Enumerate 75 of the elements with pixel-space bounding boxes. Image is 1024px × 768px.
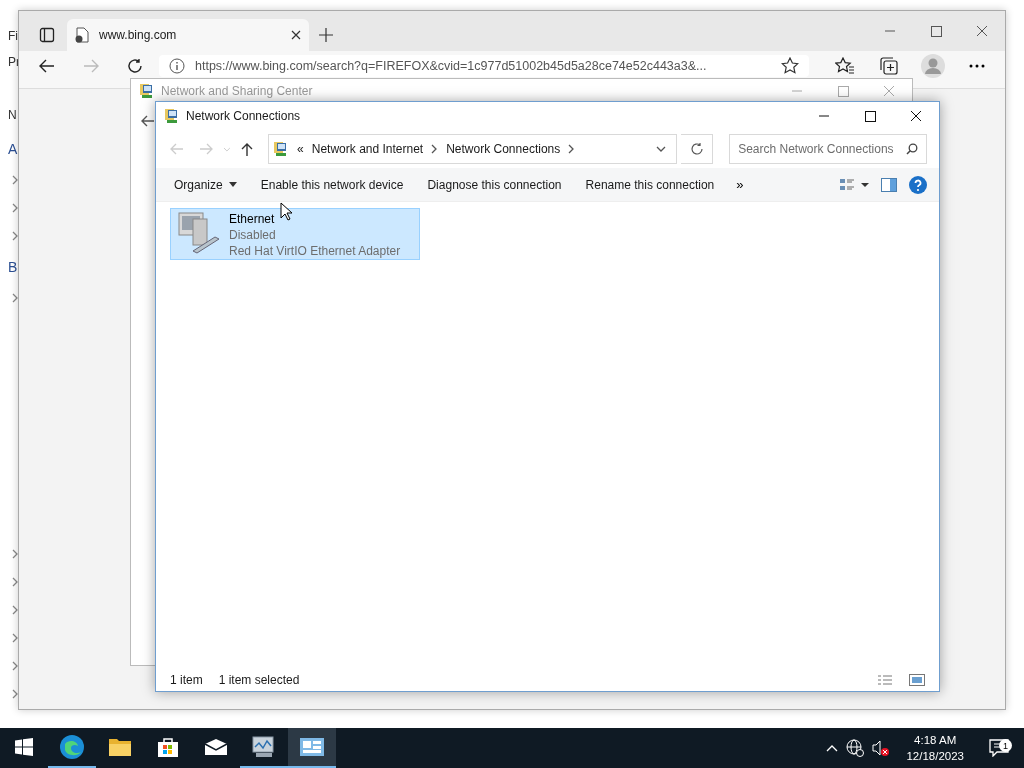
view-options-icon[interactable] (839, 177, 869, 192)
back-icon[interactable] (141, 115, 155, 127)
monitor-icon (251, 735, 277, 759)
globe-icon[interactable] (846, 739, 865, 757)
group-header: A (8, 141, 18, 157)
close-icon[interactable] (291, 30, 301, 40)
breadcrumb-item[interactable]: Network Connections (446, 142, 561, 156)
collections-icon[interactable] (880, 57, 898, 75)
command-button[interactable]: Rename this connection (573, 171, 727, 198)
command-button[interactable]: Diagnose this connection (415, 171, 574, 198)
chevron-right-icon (12, 231, 19, 241)
large-icons-view-icon[interactable] (909, 674, 925, 686)
address-bar[interactable]: « Network and Internet Network Connections (268, 134, 677, 164)
chevron-right-icon (12, 605, 19, 615)
connection-status: Disabled (229, 227, 276, 243)
taskbar-button[interactable] (288, 728, 336, 768)
chevron-up-icon[interactable] (826, 744, 839, 752)
start-icon[interactable] (15, 738, 33, 756)
dropdown-caret-icon[interactable] (655, 146, 666, 152)
network-folder-icon (164, 108, 180, 124)
network-connections-icon (299, 737, 325, 757)
refresh-icon[interactable] (127, 58, 143, 74)
group-header: B (8, 259, 18, 275)
chevron-right-icon (568, 144, 576, 154)
plus-icon[interactable] (319, 28, 333, 42)
selection-count: 1 item selected (218, 673, 300, 687)
chevron-right-icon (12, 577, 19, 587)
chevron-right-icon (12, 175, 19, 185)
profile-icon[interactable] (921, 54, 945, 78)
chevron-right-icon (12, 203, 19, 213)
folder-icon (108, 737, 132, 757)
store-icon (157, 736, 179, 758)
back-icon[interactable] (39, 59, 55, 73)
column-header: N (8, 108, 17, 122)
help-icon[interactable] (909, 175, 927, 194)
search-input[interactable]: Search Network Connections (738, 142, 902, 156)
search-icon (906, 143, 918, 155)
network-folder-icon (139, 83, 155, 99)
notifications-icon[interactable] (989, 739, 1009, 757)
star-icon[interactable] (781, 57, 799, 75)
speaker-muted-icon[interactable] (872, 739, 891, 757)
tab-actions-icon[interactable] (39, 27, 55, 43)
notification-count: 1 (999, 739, 1012, 752)
clock[interactable]: 4:18 AM 12/18/2023 (898, 732, 972, 764)
favorites-icon[interactable] (835, 57, 855, 75)
preview-pane-icon[interactable] (881, 177, 897, 192)
up-icon[interactable] (241, 142, 254, 156)
edge-icon (59, 734, 85, 760)
refresh-icon[interactable] (689, 142, 704, 156)
chevron-right-icon (12, 661, 19, 671)
chevron-right-icon (12, 293, 19, 303)
adapter-name: Red Hat VirtIO Ethernet Adapter (229, 243, 401, 259)
menu-item[interactable]: Fi (8, 29, 18, 43)
network-connection-item[interactable]: Ethernet Disabled Red Hat VirtIO Ethernet Adapter (170, 208, 420, 260)
address-bar[interactable]: https://www.bing.com/search?q=FIREFOX&cvid=1c977d51002b45d5a28ce74e52c443a3&... (159, 55, 809, 77)
caret-icon (228, 182, 237, 187)
page-icon (75, 27, 89, 43)
breadcrumb-overflow[interactable]: « (297, 142, 304, 156)
command-button[interactable]: Organize (162, 171, 249, 198)
chevron-right-icon (12, 689, 19, 699)
search-field[interactable]: Search Network Connections (729, 134, 927, 164)
mail-icon (204, 738, 228, 756)
browser-tab[interactable]: www.bing.com (67, 19, 309, 51)
window-title: Network and Sharing Center (161, 84, 313, 98)
info-icon (169, 58, 185, 74)
chevron-right-icon (12, 633, 19, 643)
connection-name: Ethernet (229, 211, 275, 227)
more-commands-button[interactable]: » (726, 173, 754, 196)
command-button[interactable]: Enable this network device (248, 171, 416, 198)
item-count: 1 item (170, 673, 203, 687)
more-icon[interactable] (969, 64, 985, 68)
window-title: Network Connections (186, 109, 301, 123)
breadcrumb-item[interactable]: Network and Internet (311, 142, 424, 156)
chevron-right-icon (431, 144, 439, 154)
chevron-right-icon (12, 549, 19, 559)
